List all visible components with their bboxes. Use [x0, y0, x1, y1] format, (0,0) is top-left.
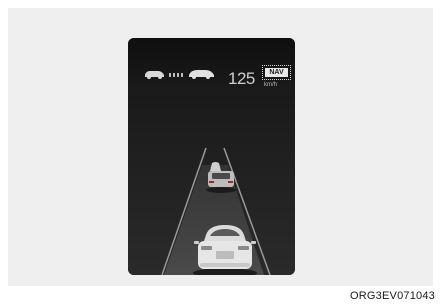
road-scene	[128, 93, 295, 275]
nav-indicator: NAV	[262, 65, 291, 80]
set-speed-value: 125	[228, 69, 255, 88]
cruise-distance-graphic	[145, 70, 214, 79]
lead-vehicle-icon	[145, 71, 164, 79]
own-vehicle-icon	[189, 70, 214, 79]
cluster-display: 125 km/h NAV	[128, 38, 295, 275]
smart-cruise-status: 125 km/h NAV	[142, 65, 292, 88]
distance-bars-icon	[169, 73, 183, 77]
hud-top-bar: 125 km/h NAV	[128, 38, 295, 93]
nav-badge: NAV	[265, 68, 288, 77]
speed-unit-label: km/h	[264, 82, 278, 88]
figure-code: ORG3EV071043	[350, 290, 435, 302]
